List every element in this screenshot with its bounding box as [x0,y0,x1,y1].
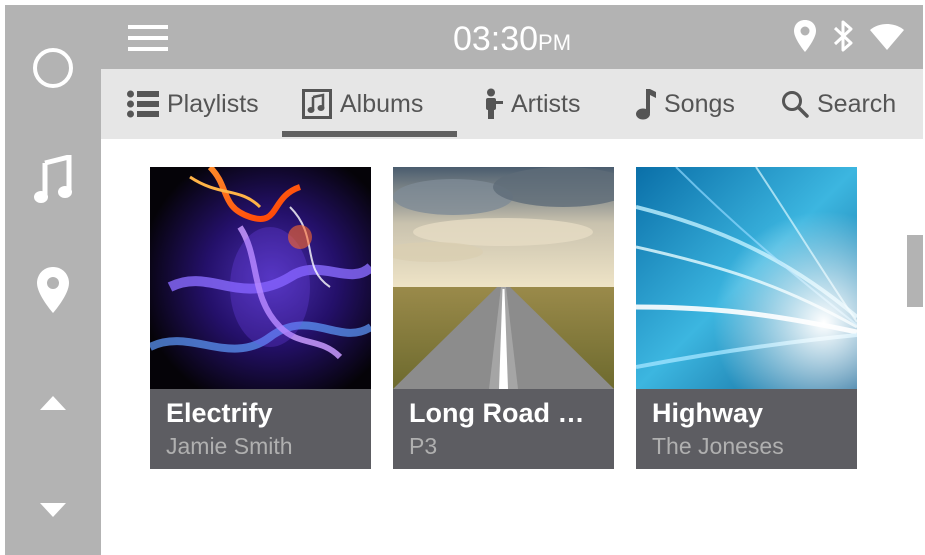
navigation-button[interactable] [5,260,101,320]
tab-bar: Playlists Albums Artists Songs Search [101,69,923,139]
tab-artists[interactable]: Artists [483,69,580,139]
clock-time: 03:30 [452,20,539,58]
search-icon [782,91,809,118]
album-artist: Jamie Smith [166,433,293,459]
tab-label: Playlists [167,89,259,118]
album-cover [393,167,614,389]
album-tile-long-road[interactable]: Long Road H... P3 [393,167,614,469]
triangle-up-icon [40,396,66,410]
album-art-highway [636,167,857,389]
album-artist: P3 [409,433,438,459]
album-caption: Long Road H... P3 [393,389,614,469]
album-tile-electrify[interactable]: Electrify Jamie Smith [150,167,371,469]
location-icon [794,20,816,52]
music-note-icon [34,155,72,203]
active-tab-indicator [282,131,457,137]
home-button[interactable] [5,40,101,96]
status-icons [793,19,905,53]
tab-playlists[interactable]: Playlists [127,69,259,139]
music-button[interactable] [5,150,101,210]
status-bar: 03:30PM [101,5,923,69]
album-art-electrify [150,167,371,389]
album-title: Electrify [166,398,273,428]
album-caption: Highway The Joneses [636,389,857,469]
album-cover [636,167,857,389]
bluetooth-icon [833,20,853,52]
tab-songs[interactable]: Songs [636,69,735,139]
circle-icon [33,48,73,88]
scroll-down-button[interactable] [5,490,101,530]
triangle-down-icon [40,503,66,517]
album-tile-highway[interactable]: Highway The Joneses [636,167,857,469]
clock-ampm: PM [538,30,572,55]
list-icon [127,90,159,118]
location-pin-icon [37,267,69,313]
album-caption: Electrify Jamie Smith [150,389,371,469]
tab-label: Albums [340,89,424,118]
tab-label: Songs [664,89,735,118]
tab-search[interactable]: Search [781,69,896,139]
album-title: Long Road H... [409,398,598,428]
artist-mic-icon [486,88,503,119]
album-cover [150,167,371,389]
wifi-icon [870,24,904,50]
tab-albums[interactable]: Albums [302,69,423,139]
note-icon [636,89,656,120]
album-icon [302,89,332,119]
album-title: Highway [652,398,764,428]
tab-label: Search [817,89,897,118]
scrollbar-thumb[interactable] [907,235,923,307]
album-art-long-road [393,167,614,389]
album-artist: The Joneses [652,433,784,459]
tab-label: Artists [511,89,581,118]
side-rail [5,5,101,555]
scroll-up-button[interactable] [5,383,101,423]
